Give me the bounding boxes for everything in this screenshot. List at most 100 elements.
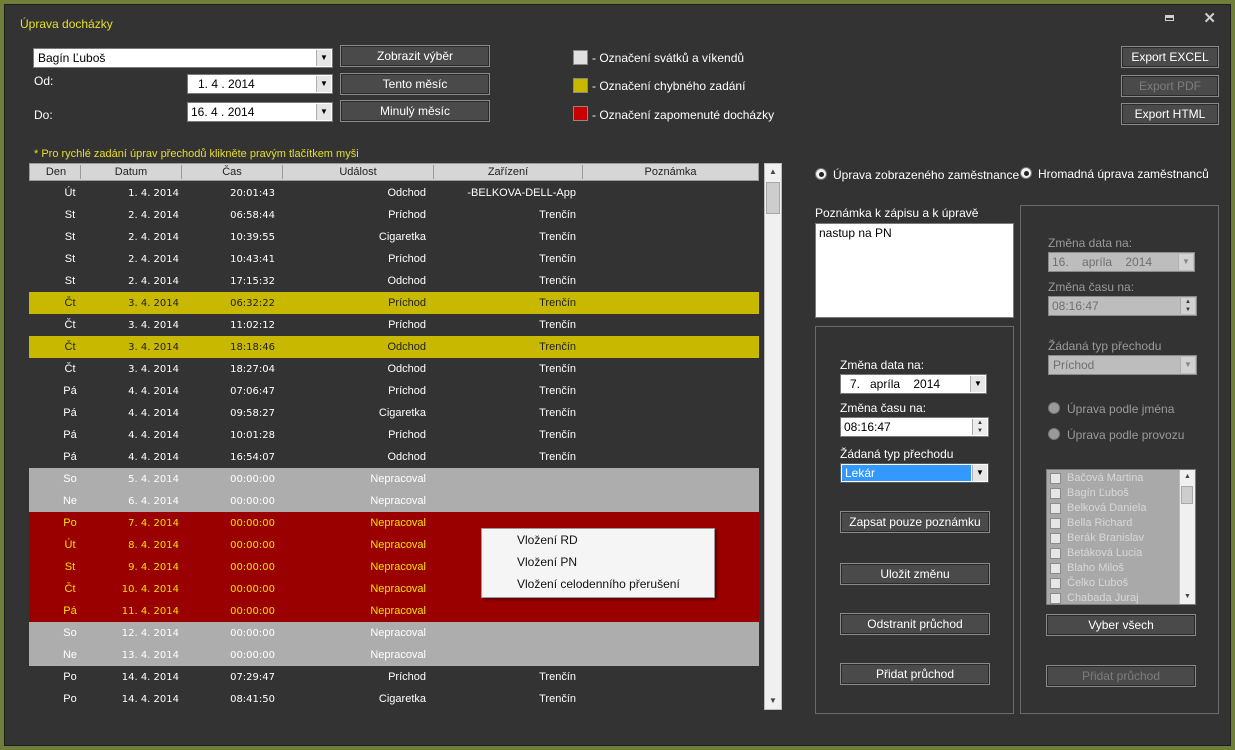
- scroll-down-icon[interactable]: ▼: [765, 693, 781, 709]
- remove-passage-button[interactable]: Odstranit průchod: [840, 613, 990, 635]
- spin-down-icon[interactable]: ▼: [973, 427, 987, 435]
- col-header-udalost[interactable]: Událost: [283, 166, 433, 178]
- table-row[interactable]: Čt 3. 4. 2014 18:27:04 Odchod Trenčín: [29, 358, 759, 380]
- table-row[interactable]: Ne 6. 4. 2014 00:00:00 Nepracoval: [29, 490, 759, 512]
- list-item[interactable]: Berák Branislav: [1047, 531, 1179, 546]
- table-row[interactable]: Pá 4. 4. 2014 16:54:07 Odchod Trenčín: [29, 446, 759, 468]
- checkbox[interactable]: [1050, 473, 1061, 484]
- table-row[interactable]: St 2. 4. 2014 06:58:44 Príchod Trenčín: [29, 204, 759, 226]
- chevron-down-icon[interactable]: ▼: [1180, 357, 1195, 373]
- table-row[interactable]: Čt 3. 4. 2014 11:02:12 Príchod Trenčín: [29, 314, 759, 336]
- save-change-button[interactable]: Uložit změnu: [840, 563, 990, 585]
- list-item[interactable]: Belková Daniela: [1047, 501, 1179, 516]
- select-all-button[interactable]: Vyber všech: [1046, 614, 1196, 636]
- chevron-down-icon[interactable]: ▼: [970, 376, 985, 392]
- write-note-button[interactable]: Zapsat pouze poznámku: [840, 511, 990, 533]
- this-month-button[interactable]: Tento měsíc: [340, 73, 490, 95]
- col-header-poznamka[interactable]: Poznámka: [583, 166, 758, 178]
- list-item[interactable]: Bella Richard: [1047, 516, 1179, 531]
- list-item[interactable]: Blaho Miloš: [1047, 561, 1179, 576]
- cell-zarizeni: Trenčín: [539, 275, 576, 287]
- list-item[interactable]: Bagín Ľuboš: [1047, 486, 1179, 501]
- scroll-thumb[interactable]: [1181, 486, 1193, 504]
- export-html-button[interactable]: Export HTML: [1121, 103, 1219, 125]
- to-date-value: 16. 4 . 2014: [191, 105, 255, 119]
- col-header-den[interactable]: Den: [32, 166, 80, 178]
- table-row[interactable]: So 12. 4. 2014 00:00:00 Nepracoval: [29, 622, 759, 644]
- checklist-scrollbar[interactable]: ▲ ▼: [1179, 470, 1195, 604]
- to-date-picker[interactable]: 16. 4 . 2014 ▼: [187, 102, 333, 122]
- employee-select[interactable]: Bagín Ľuboš ▼: [33, 48, 333, 68]
- last-month-button[interactable]: Minulý měsíc: [340, 100, 490, 122]
- table-row[interactable]: St 2. 4. 2014 10:39:55 Cigaretka Trenčín: [29, 226, 759, 248]
- scroll-up-icon[interactable]: ▲: [1180, 470, 1195, 484]
- change-date-picker[interactable]: 7. apríla 2014 ▼: [840, 374, 987, 394]
- list-item[interactable]: Betáková Lucia: [1047, 546, 1179, 561]
- add-passage-button[interactable]: Přidat průchod: [840, 663, 990, 685]
- change-time-field[interactable]: 08:16:47 ▲ ▼: [840, 417, 989, 437]
- context-menu-item-rd[interactable]: Vložení RD: [482, 529, 714, 551]
- scroll-up-icon[interactable]: ▲: [765, 164, 781, 180]
- transition-type-select[interactable]: Lekár ▼: [840, 463, 989, 483]
- list-item[interactable]: Čelko Ľuboš: [1047, 576, 1179, 591]
- table-row[interactable]: Čt 3. 4. 2014 06:32:22 Príchod Trenčín: [29, 292, 759, 314]
- checkbox[interactable]: [1050, 548, 1061, 559]
- single-edit-radio[interactable]: [815, 168, 827, 180]
- checkbox[interactable]: [1050, 533, 1061, 544]
- export-pdf-button[interactable]: Export PDF: [1121, 75, 1219, 97]
- spin-down-icon[interactable]: ▼: [1181, 306, 1195, 314]
- spin-up-icon[interactable]: ▲: [973, 419, 987, 427]
- show-selection-button[interactable]: Zobrazit výběr: [340, 45, 490, 67]
- chevron-down-icon[interactable]: ▼: [316, 50, 331, 66]
- table-row[interactable]: Po 14. 4. 2014 07:29:47 Príchod Trenčín: [29, 666, 759, 688]
- table-row[interactable]: Pá 11. 4. 2014 00:00:00 Nepracoval: [29, 600, 759, 622]
- bulk-date-picker[interactable]: 16. apríla 2014 ▼: [1048, 252, 1195, 272]
- minimize-icon[interactable]: [1165, 15, 1174, 21]
- checkbox[interactable]: [1050, 518, 1061, 529]
- checkbox[interactable]: [1050, 578, 1061, 589]
- list-item[interactable]: Bačová Martina: [1047, 471, 1179, 486]
- bulk-time-field[interactable]: 08:16:47 ▲ ▼: [1048, 296, 1197, 316]
- table-row[interactable]: So 5. 4. 2014 00:00:00 Nepracoval: [29, 468, 759, 490]
- chevron-down-icon[interactable]: ▼: [316, 76, 331, 92]
- context-menu-item-pn[interactable]: Vložení PN: [482, 551, 714, 573]
- scroll-thumb[interactable]: [766, 182, 780, 214]
- bulk-type-select[interactable]: Príchod ▼: [1048, 355, 1197, 375]
- table-row[interactable]: Ne 13. 4. 2014 00:00:00 Nepracoval: [29, 644, 759, 666]
- checkbox[interactable]: [1050, 593, 1061, 604]
- table-row[interactable]: Pá 4. 4. 2014 10:01:28 Príchod Trenčín: [29, 424, 759, 446]
- cell-zarizeni: Trenčín: [539, 451, 576, 463]
- spin-up-icon[interactable]: ▲: [1181, 298, 1195, 306]
- table-row[interactable]: Čt 3. 4. 2014 18:18:46 Odchod Trenčín: [29, 336, 759, 358]
- grid-scrollbar[interactable]: ▲ ▼: [764, 163, 782, 710]
- by-name-radio[interactable]: [1048, 402, 1060, 414]
- table-row[interactable]: Pá 4. 4. 2014 07:06:47 Príchod Trenčín: [29, 380, 759, 402]
- by-operation-radio[interactable]: [1048, 428, 1060, 440]
- bulk-add-passage-button[interactable]: Přidat průchod: [1046, 665, 1196, 687]
- scroll-down-icon[interactable]: ▼: [1180, 590, 1195, 604]
- bulk-edit-radio[interactable]: [1020, 167, 1032, 179]
- close-icon[interactable]: ✕: [1203, 9, 1216, 27]
- checkbox[interactable]: [1050, 488, 1061, 499]
- table-row[interactable]: Pá 4. 4. 2014 09:58:27 Cigaretka Trenčín: [29, 402, 759, 424]
- employee-checklist[interactable]: Bačová Martina Bagín Ľuboš Belková Daniela…: [1046, 469, 1196, 605]
- col-header-cas[interactable]: Čas: [182, 166, 282, 178]
- note-textarea[interactable]: nastup na PN: [815, 223, 1014, 318]
- table-row[interactable]: Út 1. 4. 2014 20:01:43 Odchod -BELKOVA-DELL-…: [29, 182, 759, 204]
- chevron-down-icon[interactable]: ▼: [1178, 254, 1193, 270]
- export-excel-button[interactable]: Export EXCEL: [1121, 46, 1219, 68]
- cell-den: Ne: [62, 649, 78, 661]
- checkbox[interactable]: [1050, 563, 1061, 574]
- table-row[interactable]: St 2. 4. 2014 17:15:32 Odchod Trenčín: [29, 270, 759, 292]
- cell-datum: 5. 4. 2014: [128, 474, 179, 485]
- table-row[interactable]: Po 14. 4. 2014 08:41:50 Cigaretka Trenčín: [29, 688, 759, 710]
- from-date-picker[interactable]: 1. 4 . 2014 ▼: [187, 74, 333, 94]
- col-header-datum[interactable]: Datum: [81, 166, 181, 178]
- col-header-zarizeni[interactable]: Zařízení: [434, 166, 582, 178]
- chevron-down-icon[interactable]: ▼: [972, 465, 987, 481]
- context-menu-item-interruption[interactable]: Vložení celodenního přerušení: [482, 573, 714, 595]
- checkbox[interactable]: [1050, 503, 1061, 514]
- chevron-down-icon[interactable]: ▼: [316, 104, 331, 120]
- table-row[interactable]: St 2. 4. 2014 10:43:41 Príchod Trenčín: [29, 248, 759, 270]
- list-item[interactable]: Chabada Juraj: [1047, 591, 1179, 604]
